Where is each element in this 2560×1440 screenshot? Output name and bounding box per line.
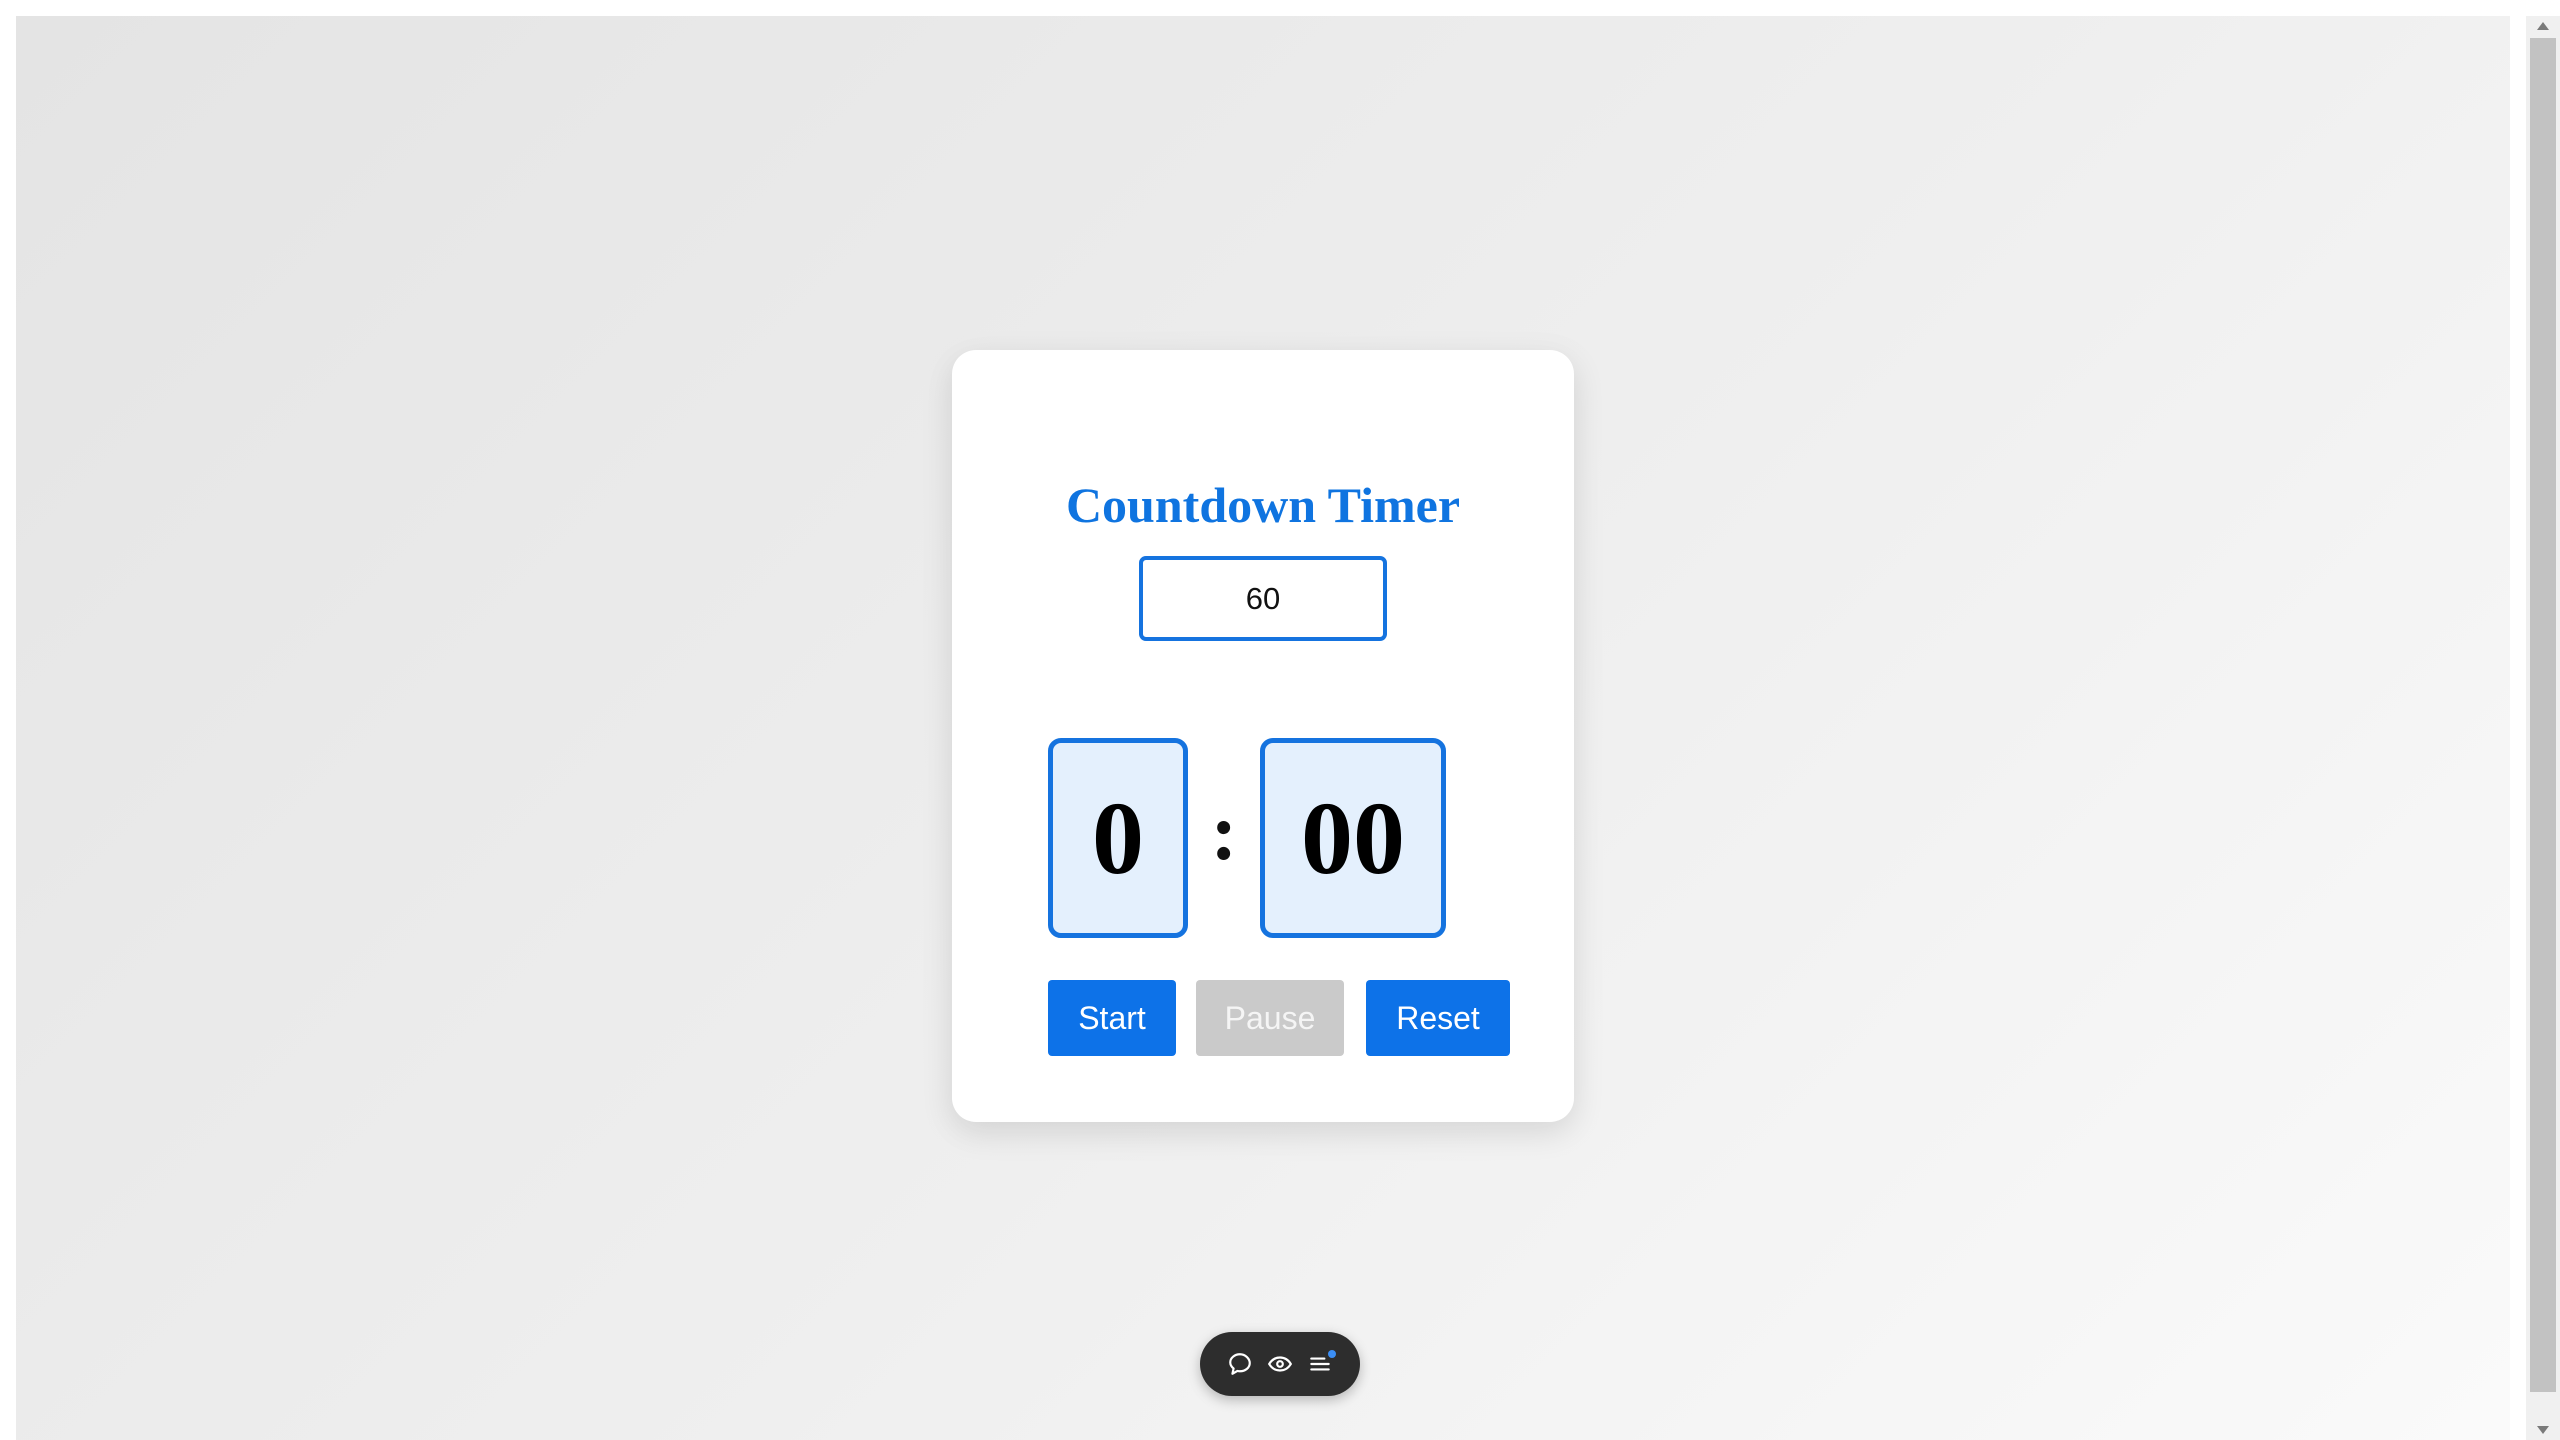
minutes-display: 0 — [1048, 738, 1188, 938]
menu-list-icon[interactable] — [1306, 1350, 1336, 1378]
pause-button[interactable]: Pause — [1196, 980, 1344, 1056]
time-separator: : — [1210, 789, 1238, 877]
page-title: Countdown Timer — [1065, 477, 1461, 533]
start-button[interactable]: Start — [1048, 980, 1176, 1056]
scroll-up-icon[interactable] — [2526, 16, 2560, 36]
scroll-down-icon[interactable] — [2526, 1420, 2560, 1440]
notification-dot — [1328, 1350, 1336, 1358]
vertical-scrollbar[interactable] — [2526, 16, 2560, 1440]
timer-card: Countdown Timer 0 : 00 Start Pause Reset — [952, 350, 1574, 1122]
floating-toolbar — [1200, 1332, 1360, 1396]
seconds-display: 00 — [1260, 738, 1446, 938]
minutes-input[interactable] — [1139, 556, 1387, 641]
page-background: Countdown Timer 0 : 00 Start Pause Reset — [16, 16, 2510, 1440]
reset-button[interactable]: Reset — [1366, 980, 1510, 1056]
eye-icon[interactable] — [1266, 1350, 1294, 1378]
scrollbar-thumb[interactable] — [2530, 38, 2556, 1392]
chat-bubble-icon[interactable] — [1226, 1350, 1254, 1378]
